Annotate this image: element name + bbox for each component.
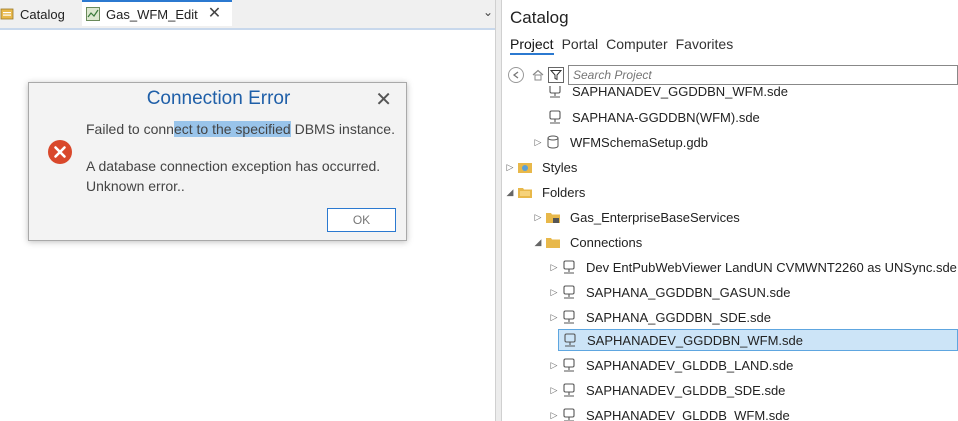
tree-item[interactable]: ▷ WFMSchemaSetup.gdb [502, 131, 958, 153]
close-icon[interactable]: ✕ [208, 6, 221, 22]
tree-item[interactable]: SAPHANA-GGDDBN(WFM).sde [502, 106, 958, 128]
error-message-line2: A database connection exception has occu… [86, 158, 381, 174]
tab-catalog[interactable]: Catalog [0, 0, 70, 28]
tab-project[interactable]: Project [510, 36, 554, 55]
chevron-down-icon[interactable]: ⌄ [483, 5, 493, 19]
error-icon [47, 139, 73, 165]
catalog-tree: SAPHANADEV_GGDDBN_WFM.sde SAPHANA-GGDDBN… [502, 86, 958, 421]
database-connection-icon [546, 109, 564, 125]
tree-item[interactable]: ▷ SAPHANA_GGDDBN_SDE.sde [502, 306, 958, 328]
tree-item[interactable]: ▷ SAPHANA_GGDDBN_GASUN.sde [502, 281, 958, 303]
expand-arrow-icon[interactable]: ▷ [548, 410, 560, 421]
tree-item[interactable]: ▷ Dev EntPubWebViewer LandUN CVMWNT2260 … [502, 256, 958, 278]
expand-arrow-icon[interactable]: ▷ [548, 385, 560, 396]
pane-title: Catalog [510, 8, 569, 27]
expand-arrow-icon[interactable]: ▷ [548, 262, 560, 273]
catalog-icon [0, 7, 14, 21]
dialog-title: Connection Error [146, 88, 291, 109]
database-connection-icon [560, 259, 578, 275]
tab-gas-wfm-edit-label: Gas_WFM_Edit [106, 6, 198, 22]
database-connection-icon [560, 284, 578, 300]
home-icon[interactable] [530, 67, 546, 83]
close-icon[interactable]: ✕ [375, 87, 392, 112]
tab-portal[interactable]: Portal [562, 36, 599, 55]
error-message-line1: Failed to connect to the specified DBMS … [86, 121, 395, 137]
expand-arrow-icon[interactable]: ▷ [548, 360, 560, 371]
catalog-tabs: Project Portal Computer Favorites [510, 36, 733, 55]
tree-item[interactable]: ▷ Styles [502, 156, 958, 178]
tree-item-selected[interactable]: SAPHANADEV_GGDDBN_WFM.sde [558, 329, 958, 351]
database-connection-icon [560, 382, 578, 398]
search-input[interactable] [568, 65, 958, 85]
expand-arrow-icon[interactable]: ▷ [532, 137, 544, 148]
map-view-pane: Catalog Gas_WFM_Edit ✕ ⌄ Connection Erro… [0, 0, 495, 421]
folders-icon [516, 184, 534, 200]
tree-item[interactable]: ▷ SAPHANADEV_GLDDB_WFM.sde [502, 404, 958, 421]
ok-button[interactable]: OK [327, 208, 396, 232]
expand-arrow-icon[interactable]: ▷ [548, 312, 560, 323]
folder-icon [544, 234, 562, 250]
connection-error-dialog: Connection Error ✕ Failed to connect to … [28, 82, 407, 241]
database-connection-icon [560, 407, 578, 421]
tree-item[interactable]: ◢ Connections [502, 231, 958, 253]
tree-item[interactable]: ▷ SAPHANADEV_GLDDB_SDE.sde [502, 379, 958, 401]
styles-folder-icon [516, 159, 534, 175]
filter-icon[interactable] [548, 67, 564, 83]
collapse-arrow-icon[interactable]: ◢ [532, 237, 544, 248]
expand-arrow-icon[interactable]: ▷ [504, 162, 516, 173]
tree-item[interactable]: ▷ Gas_EnterpriseBaseServices [502, 206, 958, 228]
database-connection-icon [561, 332, 579, 348]
error-message-line3: Unknown error.. [86, 178, 185, 194]
back-arrow-icon[interactable] [508, 67, 524, 83]
tab-catalog-label: Catalog [20, 6, 65, 22]
database-connection-icon [560, 357, 578, 373]
database-connection-icon [546, 86, 564, 99]
locked-folder-icon [544, 209, 562, 225]
tab-gas-wfm-edit[interactable]: Gas_WFM_Edit ✕ [82, 0, 232, 26]
tree-item[interactable]: ▷ SAPHANADEV_GLDDB_LAND.sde [502, 354, 958, 376]
map-icon [86, 7, 100, 21]
tab-favorites[interactable]: Favorites [676, 36, 734, 55]
tree-item[interactable]: SAPHANADEV_GGDDBN_WFM.sde [502, 86, 958, 102]
tab-computer[interactable]: Computer [606, 36, 667, 55]
expand-arrow-icon[interactable]: ▷ [532, 212, 544, 223]
geodatabase-icon [544, 134, 562, 150]
search-row [508, 64, 958, 86]
expand-arrow-icon[interactable]: ▷ [548, 287, 560, 298]
tree-item[interactable]: ◢ Folders [502, 181, 958, 203]
collapse-arrow-icon[interactable]: ◢ [504, 187, 516, 198]
pane-splitter[interactable] [495, 0, 502, 421]
document-tab-bar: Catalog Gas_WFM_Edit ✕ ⌄ [0, 0, 495, 30]
selected-text: ect to the specified [173, 121, 291, 137]
error-message-details: A database connection exception has occu… [86, 156, 380, 196]
database-connection-icon [560, 309, 578, 325]
catalog-pane: Catalog Project Portal Computer Favorite… [502, 0, 958, 421]
